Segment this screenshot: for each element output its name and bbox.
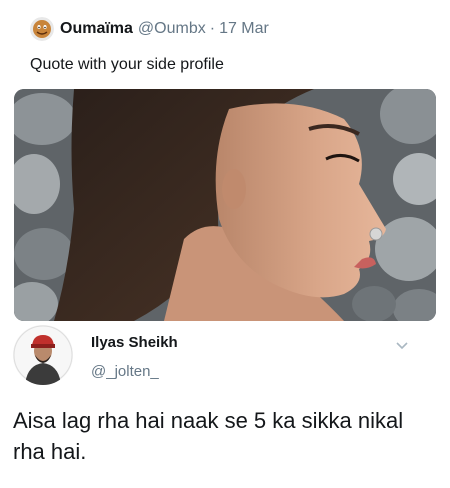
- quoted-author-handle[interactable]: @Oumbx: [138, 20, 206, 38]
- quoted-author-name[interactable]: Oumaïma: [60, 20, 133, 38]
- quoted-tweet-header: Oumaïma @Oumbx · 17 Mar: [30, 17, 269, 41]
- reply-tweet-text: Aisa lag rha hai naak se 5 ka sikka nika…: [13, 408, 404, 464]
- emoji-avatar-icon: [30, 17, 54, 41]
- user-avatar-icon: [13, 325, 73, 385]
- side-profile-photo-icon: [14, 89, 436, 321]
- quoted-tweet-text: Quote with your side profile: [30, 56, 224, 73]
- quoted-tweet-photo[interactable]: [14, 89, 436, 321]
- reply-author-name[interactable]: Ilyas Sheikh: [91, 334, 178, 351]
- separator-dot: ·: [209, 20, 216, 37]
- reply-author-avatar[interactable]: [13, 325, 73, 385]
- reply-author-handle[interactable]: @_jolten_: [91, 363, 159, 380]
- quoted-author-avatar[interactable]: [30, 17, 54, 41]
- quoted-tweet-date[interactable]: 17 Mar: [219, 20, 269, 38]
- tweet-menu-button[interactable]: [395, 338, 409, 350]
- chevron-down-icon: [396, 342, 408, 350]
